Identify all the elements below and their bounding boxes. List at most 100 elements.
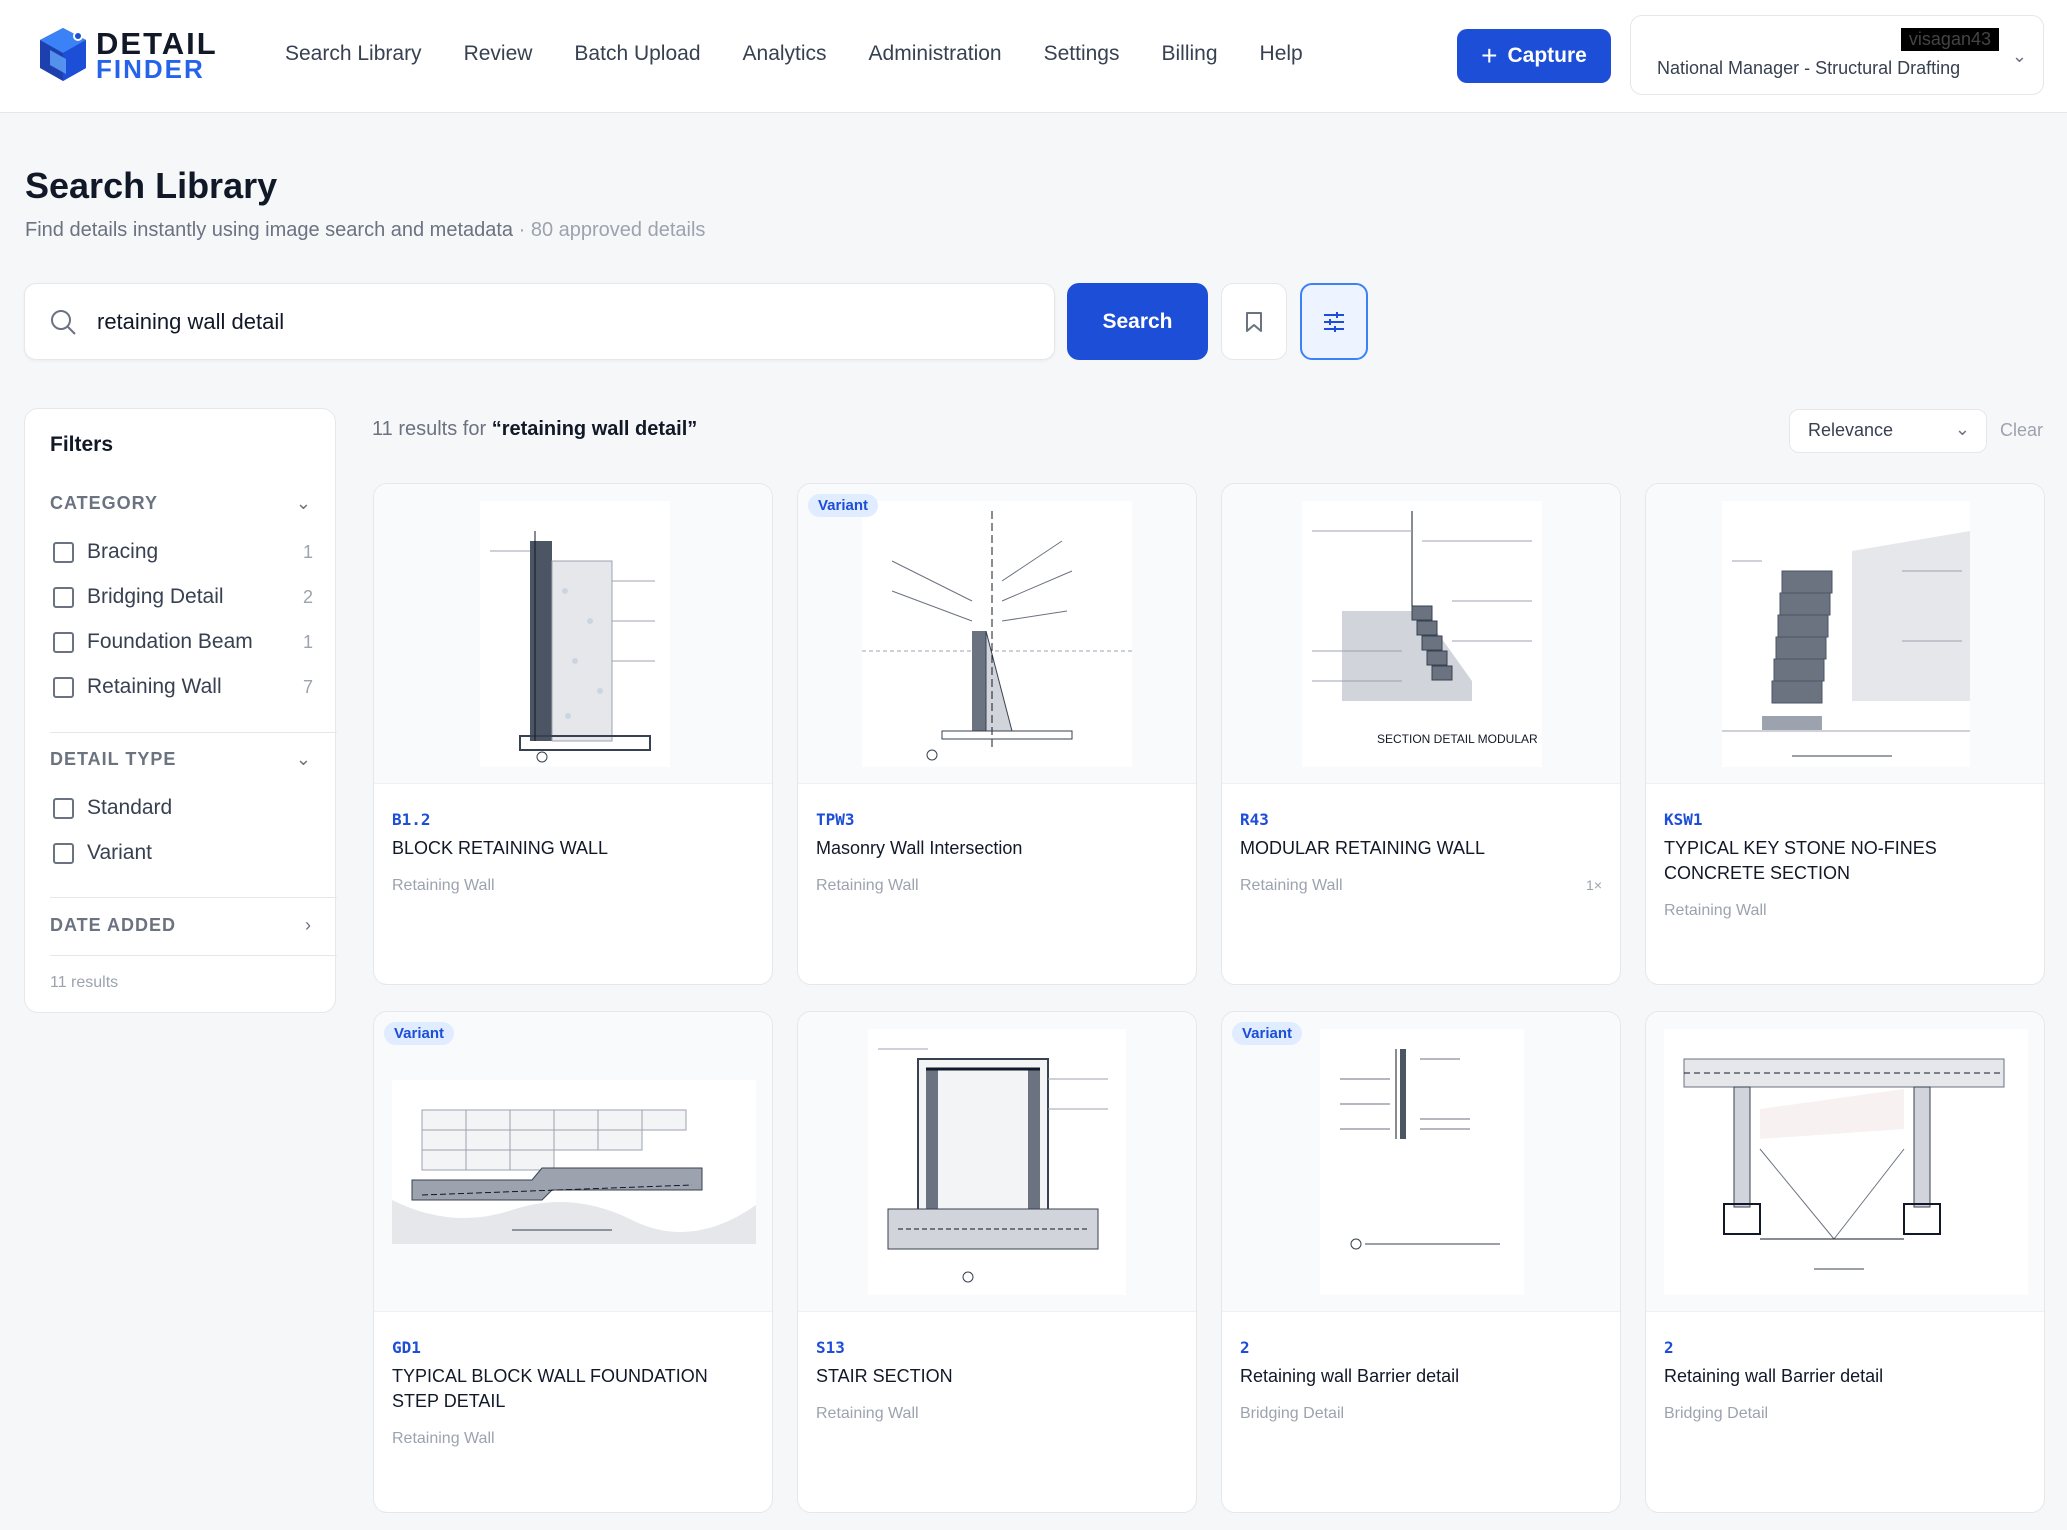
nav-administration[interactable]: Administration: [869, 38, 1002, 70]
filter-results-count: 11 results: [50, 974, 119, 991]
search-button[interactable]: Search: [1067, 283, 1208, 360]
card-thumbnail-area: [798, 484, 1196, 784]
user-menu[interactable]: visagan43 National Manager - Structural …: [1630, 15, 2044, 95]
card-title: TYPICAL KEY STONE NO-FINES CONCRETE SECT…: [1664, 838, 1937, 883]
card-code: TPW3: [816, 810, 855, 829]
detail-type-heading: DETAIL TYPE: [50, 749, 177, 769]
category-heading: CATEGORY: [50, 493, 159, 513]
result-card[interactable]: SECTION DETAIL MODULAR RETAINING WALL R4…: [1221, 483, 1621, 985]
card-category: Bridging Detail: [1240, 1405, 1345, 1422]
chevron-down-icon: ⌄: [1954, 419, 1970, 439]
filter-category-retaining-wall[interactable]: Retaining Wall 7: [53, 672, 313, 702]
variant-badge: Variant: [808, 494, 879, 517]
cube-logo-icon: [40, 28, 86, 81]
sort-value: Relevance: [1808, 420, 1894, 440]
variant-badge: Variant: [384, 1022, 455, 1045]
filter-label: Bridging Detail: [87, 585, 224, 608]
result-card[interactable]: Variant TPW3 Masonry Wall Intersection R…: [797, 483, 1197, 985]
filters-title: Filters: [50, 433, 114, 456]
nav-batch-upload[interactable]: Batch Upload: [574, 38, 700, 70]
card-category: Retaining Wall: [392, 1430, 495, 1447]
card-title: Retaining wall Barrier detail: [1664, 1366, 1884, 1386]
card-title: MODULAR RETAINING WALL: [1240, 838, 1486, 858]
approved-count: 80 approved details: [530, 219, 706, 241]
filter-label: Variant: [87, 841, 152, 864]
card-code: 2: [1240, 1338, 1250, 1357]
card-title: BLOCK RETAINING WALL: [392, 838, 609, 858]
card-thumbnail-area: [1222, 1012, 1620, 1312]
card-thumbnail-area: SECTION DETAIL MODULAR RETAINING WALL: [1222, 484, 1620, 784]
card-thumbnail-area: [798, 1012, 1196, 1312]
card-thumbnail-area: [374, 484, 772, 784]
detail-thumbnail: [1320, 1029, 1524, 1295]
user-role: National Manager - Structural Drafting: [1657, 58, 1961, 78]
nav-search-library[interactable]: Search Library: [285, 38, 422, 70]
nav-billing[interactable]: Billing: [1162, 38, 1218, 70]
app-logo[interactable]: DETAIL FINDER: [36, 26, 218, 84]
card-code: B1.2: [392, 810, 431, 829]
date-added-heading: DATE ADDED: [50, 915, 176, 935]
page-subtitle: Find details instantly using image searc…: [25, 219, 705, 242]
detail-thumbnail: SECTION DETAIL MODULAR RETAINING WALL: [1302, 501, 1542, 767]
result-card[interactable]: 2 Retaining wall Barrier detail Bridging…: [1645, 1011, 2045, 1513]
results-summary: 11 results for “retaining wall detail”: [372, 418, 697, 441]
filter-type-standard[interactable]: Standard: [53, 793, 313, 823]
filter-count: 1: [302, 631, 313, 652]
filter-type-variant[interactable]: Variant: [53, 838, 313, 868]
search-input[interactable]: [97, 302, 1017, 342]
card-code: KSW1: [1664, 810, 1703, 829]
category-section-toggle[interactable]: CATEGORY ⌄: [50, 493, 312, 514]
detail-thumbnail: [868, 1029, 1126, 1295]
nav-settings[interactable]: Settings: [1044, 38, 1120, 70]
filter-category-bracing[interactable]: Bracing 1: [53, 537, 313, 567]
capture-button[interactable]: + Capture: [1457, 29, 1611, 83]
clear-button[interactable]: Clear: [2000, 420, 2043, 441]
card-thumbnail-area: [1646, 484, 2044, 784]
card-category: Retaining Wall: [1240, 877, 1343, 894]
result-card[interactable]: S13 STAIR SECTION Retaining Wall: [797, 1011, 1197, 1513]
capture-label: Capture: [1507, 44, 1587, 67]
card-category: Retaining Wall: [816, 1405, 919, 1422]
result-card[interactable]: KSW1 TYPICAL KEY STONE NO-FINES CONCRETE…: [1645, 483, 2045, 985]
card-title: Retaining wall Barrier detail: [1240, 1366, 1460, 1386]
filter-category-bridging-detail[interactable]: Bridging Detail 2: [53, 582, 313, 612]
save-search-button[interactable]: [1221, 283, 1287, 360]
filter-count: 2: [302, 586, 313, 607]
divider: [50, 897, 337, 898]
checkbox[interactable]: [53, 676, 74, 698]
card-category: Bridging Detail: [1664, 1405, 1769, 1422]
result-card[interactable]: Variant GD1 TYPICAL BLOCK WALL FOUNDATIO…: [373, 1011, 773, 1513]
variant-badge: Variant: [1232, 1022, 1303, 1045]
checkbox[interactable]: [53, 797, 74, 819]
filter-label: Bracing: [87, 540, 159, 563]
card-title: TYPICAL BLOCK WALL FOUNDATION STEP DETAI…: [392, 1366, 708, 1411]
checkbox[interactable]: [53, 541, 74, 563]
detail-type-section-toggle[interactable]: DETAIL TYPE ⌄: [50, 749, 312, 770]
card-title: Masonry Wall Intersection: [816, 838, 1023, 858]
divider: [50, 732, 337, 733]
result-card[interactable]: Variant 2 Retaining wall Barrier detail …: [1221, 1011, 1621, 1513]
detail-thumbnail: [1664, 1029, 2028, 1295]
nav-analytics[interactable]: Analytics: [743, 38, 827, 70]
checkbox[interactable]: [53, 631, 74, 653]
subtitle-separator: ·: [513, 219, 531, 241]
checkbox[interactable]: [53, 586, 74, 608]
nav-help[interactable]: Help: [1260, 38, 1303, 70]
detail-thumbnail: [1722, 501, 1970, 767]
sliders-icon: [1324, 311, 1344, 332]
checkbox[interactable]: [53, 842, 74, 864]
card-code: R43: [1240, 810, 1269, 829]
bookmark-icon: [1246, 311, 1262, 332]
card-category: Retaining Wall: [816, 877, 919, 894]
search-icon: [51, 310, 76, 335]
card-code: GD1: [392, 1338, 421, 1357]
top-header: DETAIL FINDER Search Library Review Batc…: [0, 0, 2067, 113]
sort-select[interactable]: Relevance ⌄: [1789, 409, 1987, 453]
page-title: Search Library: [25, 165, 278, 206]
nav-review[interactable]: Review: [464, 38, 533, 70]
filter-toggle-button[interactable]: [1300, 283, 1368, 360]
filter-category-foundation-beam[interactable]: Foundation Beam 1: [53, 627, 313, 657]
result-card[interactable]: B1.2 BLOCK RETAINING WALL Retaining Wall: [373, 483, 773, 985]
chevron-right-icon: ›: [305, 915, 312, 935]
date-added-section-toggle[interactable]: DATE ADDED ›: [50, 915, 312, 936]
